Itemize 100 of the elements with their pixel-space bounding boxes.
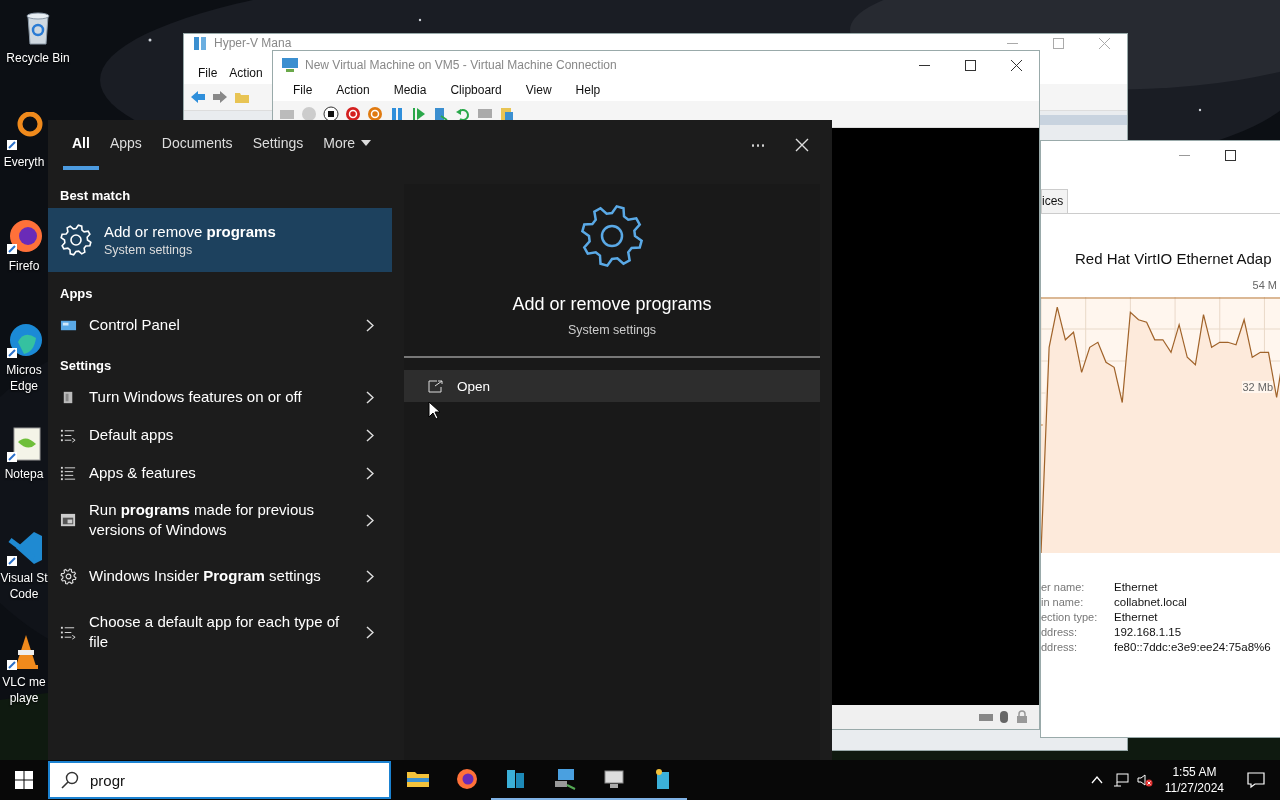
menu-item[interactable]: File <box>192 66 224 80</box>
result-subtitle: System settings <box>104 243 194 257</box>
computer-icon <box>281 57 299 73</box>
menu-item[interactable]: Action <box>223 66 269 80</box>
chevron-icon[interactable] <box>366 569 374 583</box>
result-label: Control Panel <box>89 315 181 335</box>
filter-tab[interactable]: Settings <box>242 120 314 170</box>
open-icon <box>428 379 443 393</box>
section-heading: Settings <box>59 357 113 375</box>
forward-arrow-icon[interactable] <box>212 89 228 105</box>
chevron-icon[interactable] <box>366 318 374 332</box>
result-item[interactable]: Choose a default app for each type of file <box>48 604 392 660</box>
menu-item[interactable]: Help <box>563 83 613 97</box>
axis-label: 32 Mb <box>1242 381 1273 393</box>
result-item[interactable]: Default apps <box>48 417 392 453</box>
filter-tab[interactable]: Apps <box>99 120 152 170</box>
desktop-icon-label[interactable]: Notepa <box>4 466 44 482</box>
open-action[interactable]: Open <box>404 370 820 402</box>
result-label: Default apps <box>89 425 175 445</box>
computer-icon <box>552 767 577 791</box>
desktop-icon-label[interactable]: Recycle Bin <box>6 50 70 66</box>
menu-item[interactable]: View <box>513 83 564 97</box>
monitor-icon <box>601 767 626 791</box>
close-icon <box>794 137 810 153</box>
search-icon <box>60 770 80 790</box>
search-field[interactable]: progr <box>48 761 391 799</box>
windows-logo-icon <box>15 771 33 789</box>
chevron-icon[interactable] <box>366 428 374 442</box>
section-heading: Apps <box>59 285 94 303</box>
result-item[interactable]: Turn Windows features on or off <box>48 379 392 415</box>
gear-icon <box>60 567 77 585</box>
share-icon[interactable] <box>499 106 515 122</box>
detail-value: 192.168.1.15 <box>1114 626 1183 638</box>
filter-tab[interactable]: All <box>62 120 100 170</box>
adapter-title: Red Hat VirtIO Ethernet Adap <box>1075 250 1273 267</box>
more-dropdown[interactable]: More <box>313 120 382 170</box>
best-match-result[interactable]: Add or remove programs System settings <box>48 208 392 272</box>
firefox-icon <box>454 767 479 791</box>
menu-item[interactable]: File <box>281 83 325 97</box>
back-arrow-icon[interactable] <box>190 89 206 105</box>
close-icon[interactable] <box>1010 59 1022 71</box>
detail-label: ddress: <box>1041 626 1079 638</box>
result-item[interactable]: Windows Insider Program settings <box>48 548 392 604</box>
filter-tab[interactable]: Documents <box>151 120 243 170</box>
detail-value: Ethernet <box>1114 581 1159 593</box>
section-heading: Best match <box>59 187 132 205</box>
mouse-cursor-icon <box>428 401 440 420</box>
detail-label: ection type: <box>1041 611 1099 623</box>
network-icon <box>1112 772 1129 788</box>
ring-icon[interactable] <box>4 112 44 152</box>
desktop-icon-label[interactable]: VLC me playe <box>2 674 46 706</box>
desktop-icon-label[interactable]: Micros Edge <box>6 362 42 394</box>
window-title: New Virtual Machine on VM5 - Virtual Machine Connection <box>305 58 617 72</box>
chevron-icon[interactable] <box>366 466 374 480</box>
detail-title: Add or remove programs <box>512 294 712 315</box>
result-label: Choose a default app for each type of file <box>89 612 341 652</box>
tab[interactable]: ices <box>1041 189 1069 213</box>
result-label: Run programs made for previous versions of Windows <box>89 500 316 540</box>
mouse-icon <box>997 710 1011 724</box>
axis-label: 54 M <box>1252 279 1277 291</box>
result-label: Windows Insider Program settings <box>89 566 322 586</box>
menu-item[interactable]: Action <box>324 83 382 97</box>
lock-icon <box>1015 710 1029 724</box>
caret-icon <box>361 140 372 146</box>
detail-value: fe80::7ddc:e3e9:ee24:75a8%6 <box>1114 641 1272 653</box>
menu-item[interactable]: Clipboard <box>438 83 514 97</box>
result-item[interactable]: Apps & features <box>48 455 392 491</box>
result-label: Turn Windows features on or off <box>89 387 303 407</box>
menu-item[interactable]: Media <box>381 83 439 97</box>
desktop-icon-label[interactable]: Visual St Code <box>0 570 48 602</box>
gear-icon <box>60 224 92 256</box>
undo-icon[interactable] <box>455 106 471 122</box>
list-icon <box>60 464 77 482</box>
server-icon <box>192 35 208 51</box>
pause-icon[interactable] <box>389 106 405 122</box>
desktop-icon-label[interactable]: Everyth <box>3 154 45 170</box>
maximize-icon[interactable] <box>964 59 976 71</box>
detail-subtitle: System settings <box>567 323 657 337</box>
chevron-icon[interactable] <box>366 625 374 639</box>
power-icon[interactable] <box>345 106 361 122</box>
save-state-icon[interactable] <box>367 106 383 122</box>
result-item[interactable]: Run programs made for previous versions of Windows <box>48 492 392 548</box>
result-item[interactable]: Control Panel <box>48 307 392 343</box>
notepad-icon[interactable] <box>4 424 44 464</box>
speech-bubble-icon <box>1247 771 1265 789</box>
checkpoint-icon[interactable] <box>433 106 449 122</box>
detail-label: in name: <box>1041 596 1085 608</box>
start-icon[interactable] <box>301 106 317 122</box>
desktop-icon-label[interactable]: Firefo <box>8 258 40 274</box>
gear-icon <box>580 204 644 268</box>
clock[interactable]: 1:55 AM 11/27/2024 <box>1156 764 1232 796</box>
play-icon[interactable] <box>411 106 427 122</box>
chevron-icon[interactable] <box>366 390 374 404</box>
maximize-icon[interactable] <box>1224 149 1236 161</box>
chevron-icon[interactable] <box>366 513 374 527</box>
detail-value: collabnet.local <box>1114 596 1188 608</box>
detail-label: ddress: <box>1041 641 1079 653</box>
result-label: Apps & features <box>89 463 197 483</box>
ellipsis-icon <box>750 143 766 147</box>
window-title: Hyper-V Mana <box>214 36 292 50</box>
